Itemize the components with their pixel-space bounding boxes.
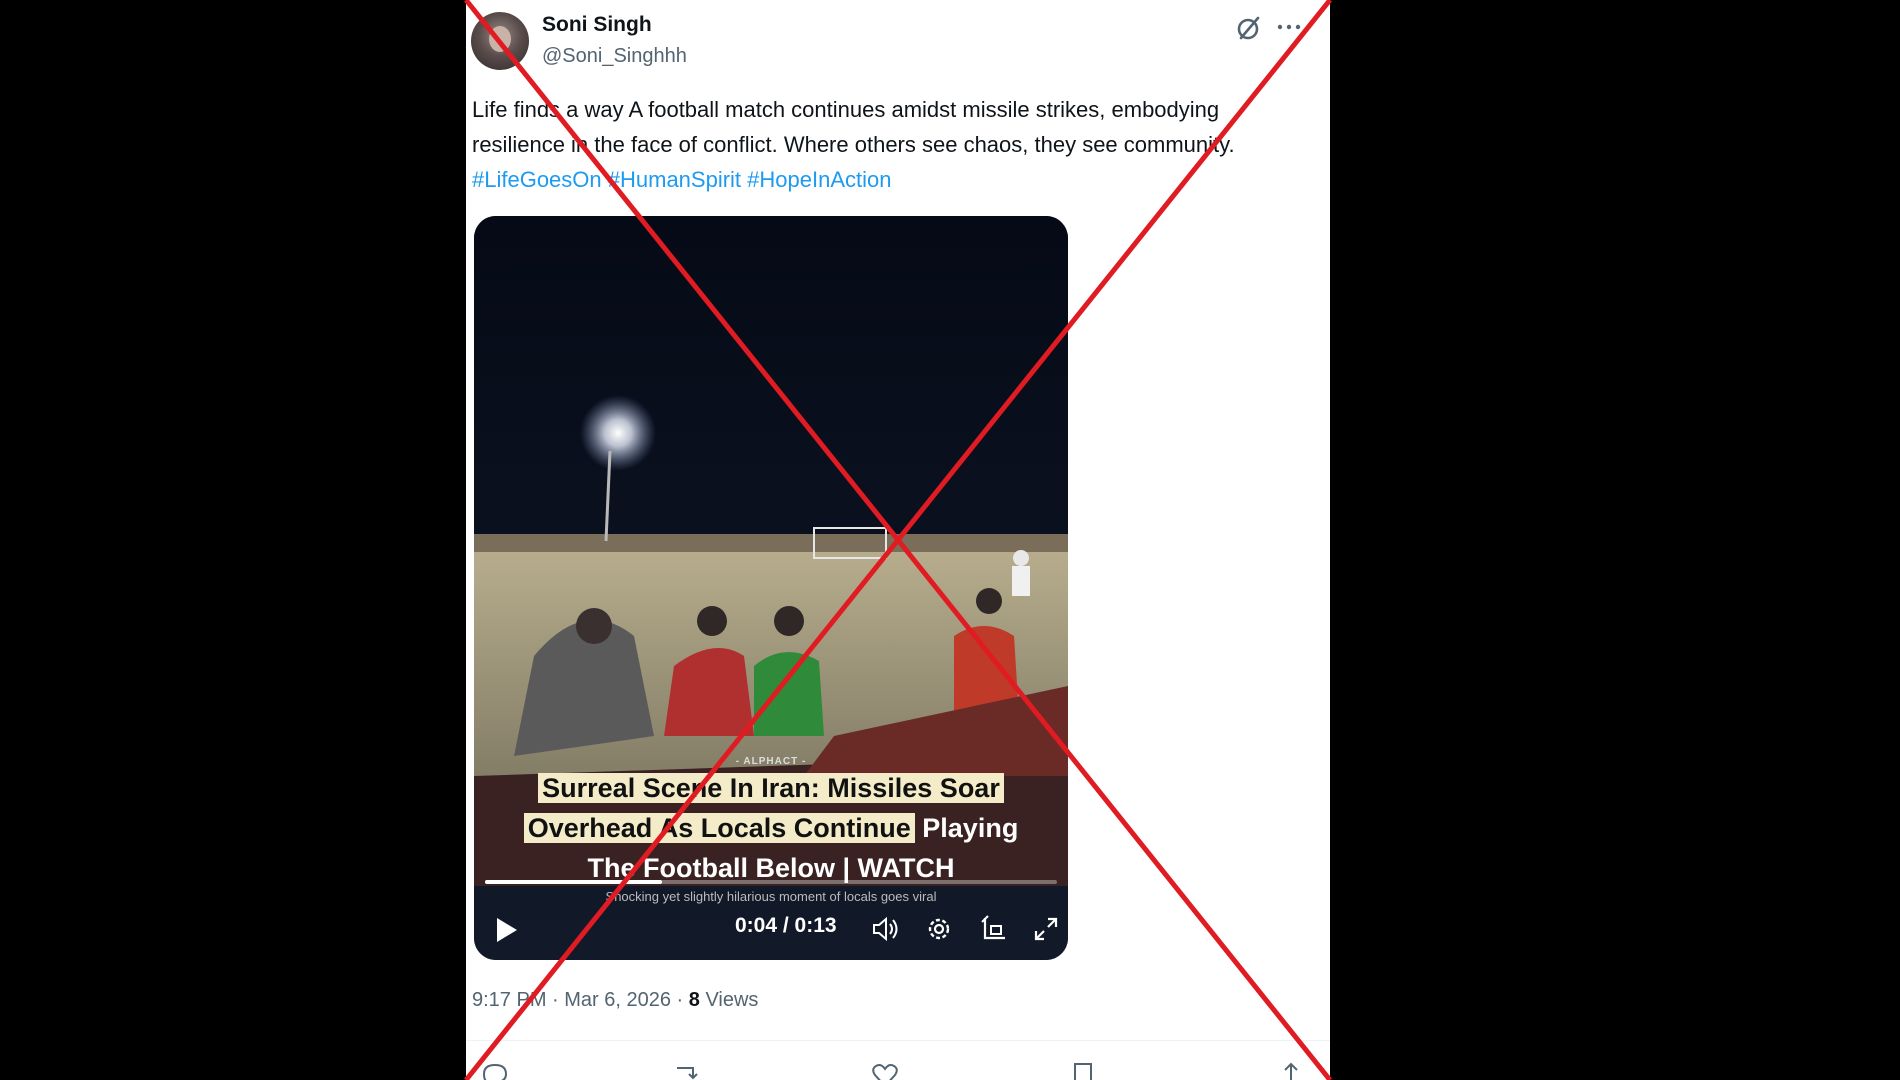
video-controls: 0:04 / 0:13 bbox=[474, 906, 1068, 956]
time-display: 0:04 / 0:13 bbox=[735, 914, 837, 937]
hashtag-hopeinaction[interactable]: #HopeInAction bbox=[747, 167, 891, 192]
hashtag-lifegoeson[interactable]: #LifeGoesOn bbox=[472, 167, 602, 192]
bookmark-icon[interactable] bbox=[1068, 1060, 1098, 1080]
display-name[interactable]: Soni Singh bbox=[542, 13, 652, 37]
share-icon[interactable] bbox=[1276, 1060, 1306, 1080]
picture-in-picture-icon[interactable] bbox=[979, 914, 1009, 944]
views-count: 8 bbox=[688, 989, 700, 1011]
hashtag-humanspirit[interactable]: #HumanSpirit bbox=[608, 167, 741, 192]
volume-icon[interactable] bbox=[870, 914, 900, 944]
divider bbox=[466, 1040, 1330, 1041]
caption-line-2-rest: Playing bbox=[914, 813, 1019, 843]
fullscreen-icon[interactable] bbox=[1031, 914, 1061, 944]
caption-line-1: Surreal Scene In Iran: Missiles Soar bbox=[538, 773, 1004, 803]
caption-line-2-highlight: Overhead As Locals Continue bbox=[523, 813, 915, 843]
tweet-panel: Soni Singh @Soni_Singhhh Life finds a wa… bbox=[466, 0, 1330, 1080]
views-label: Views bbox=[699, 989, 759, 1011]
progress-bar[interactable] bbox=[485, 880, 1057, 884]
caption-subtitle: Shocking yet slightly hilarious moment o… bbox=[605, 889, 937, 904]
reply-icon[interactable] bbox=[480, 1060, 510, 1080]
play-icon[interactable] bbox=[494, 916, 520, 944]
gear-icon[interactable] bbox=[924, 914, 954, 944]
tweet-text: Life finds a way A football match contin… bbox=[472, 92, 1312, 197]
tweet-body: Life finds a way A football match contin… bbox=[472, 97, 1235, 157]
post-timestamp[interactable]: 9:17 PM · Mar 6, 2026 · bbox=[472, 989, 689, 1011]
user-handle[interactable]: @Soni_Singhhh bbox=[542, 45, 687, 68]
avatar[interactable] bbox=[471, 12, 529, 70]
heart-icon[interactable] bbox=[870, 1060, 900, 1080]
post-meta: 9:17 PM · Mar 6, 2026 · 8 Views bbox=[472, 989, 758, 1012]
grok-icon[interactable] bbox=[1233, 12, 1265, 44]
progress-bar-fill bbox=[485, 880, 663, 884]
more-icon[interactable] bbox=[1274, 20, 1304, 34]
repost-icon[interactable] bbox=[671, 1060, 701, 1080]
caption-brand: - ALPHACT - bbox=[735, 756, 807, 767]
video-player[interactable]: - ALPHACT - Surreal Scene In Iran: Missi… bbox=[474, 216, 1068, 960]
